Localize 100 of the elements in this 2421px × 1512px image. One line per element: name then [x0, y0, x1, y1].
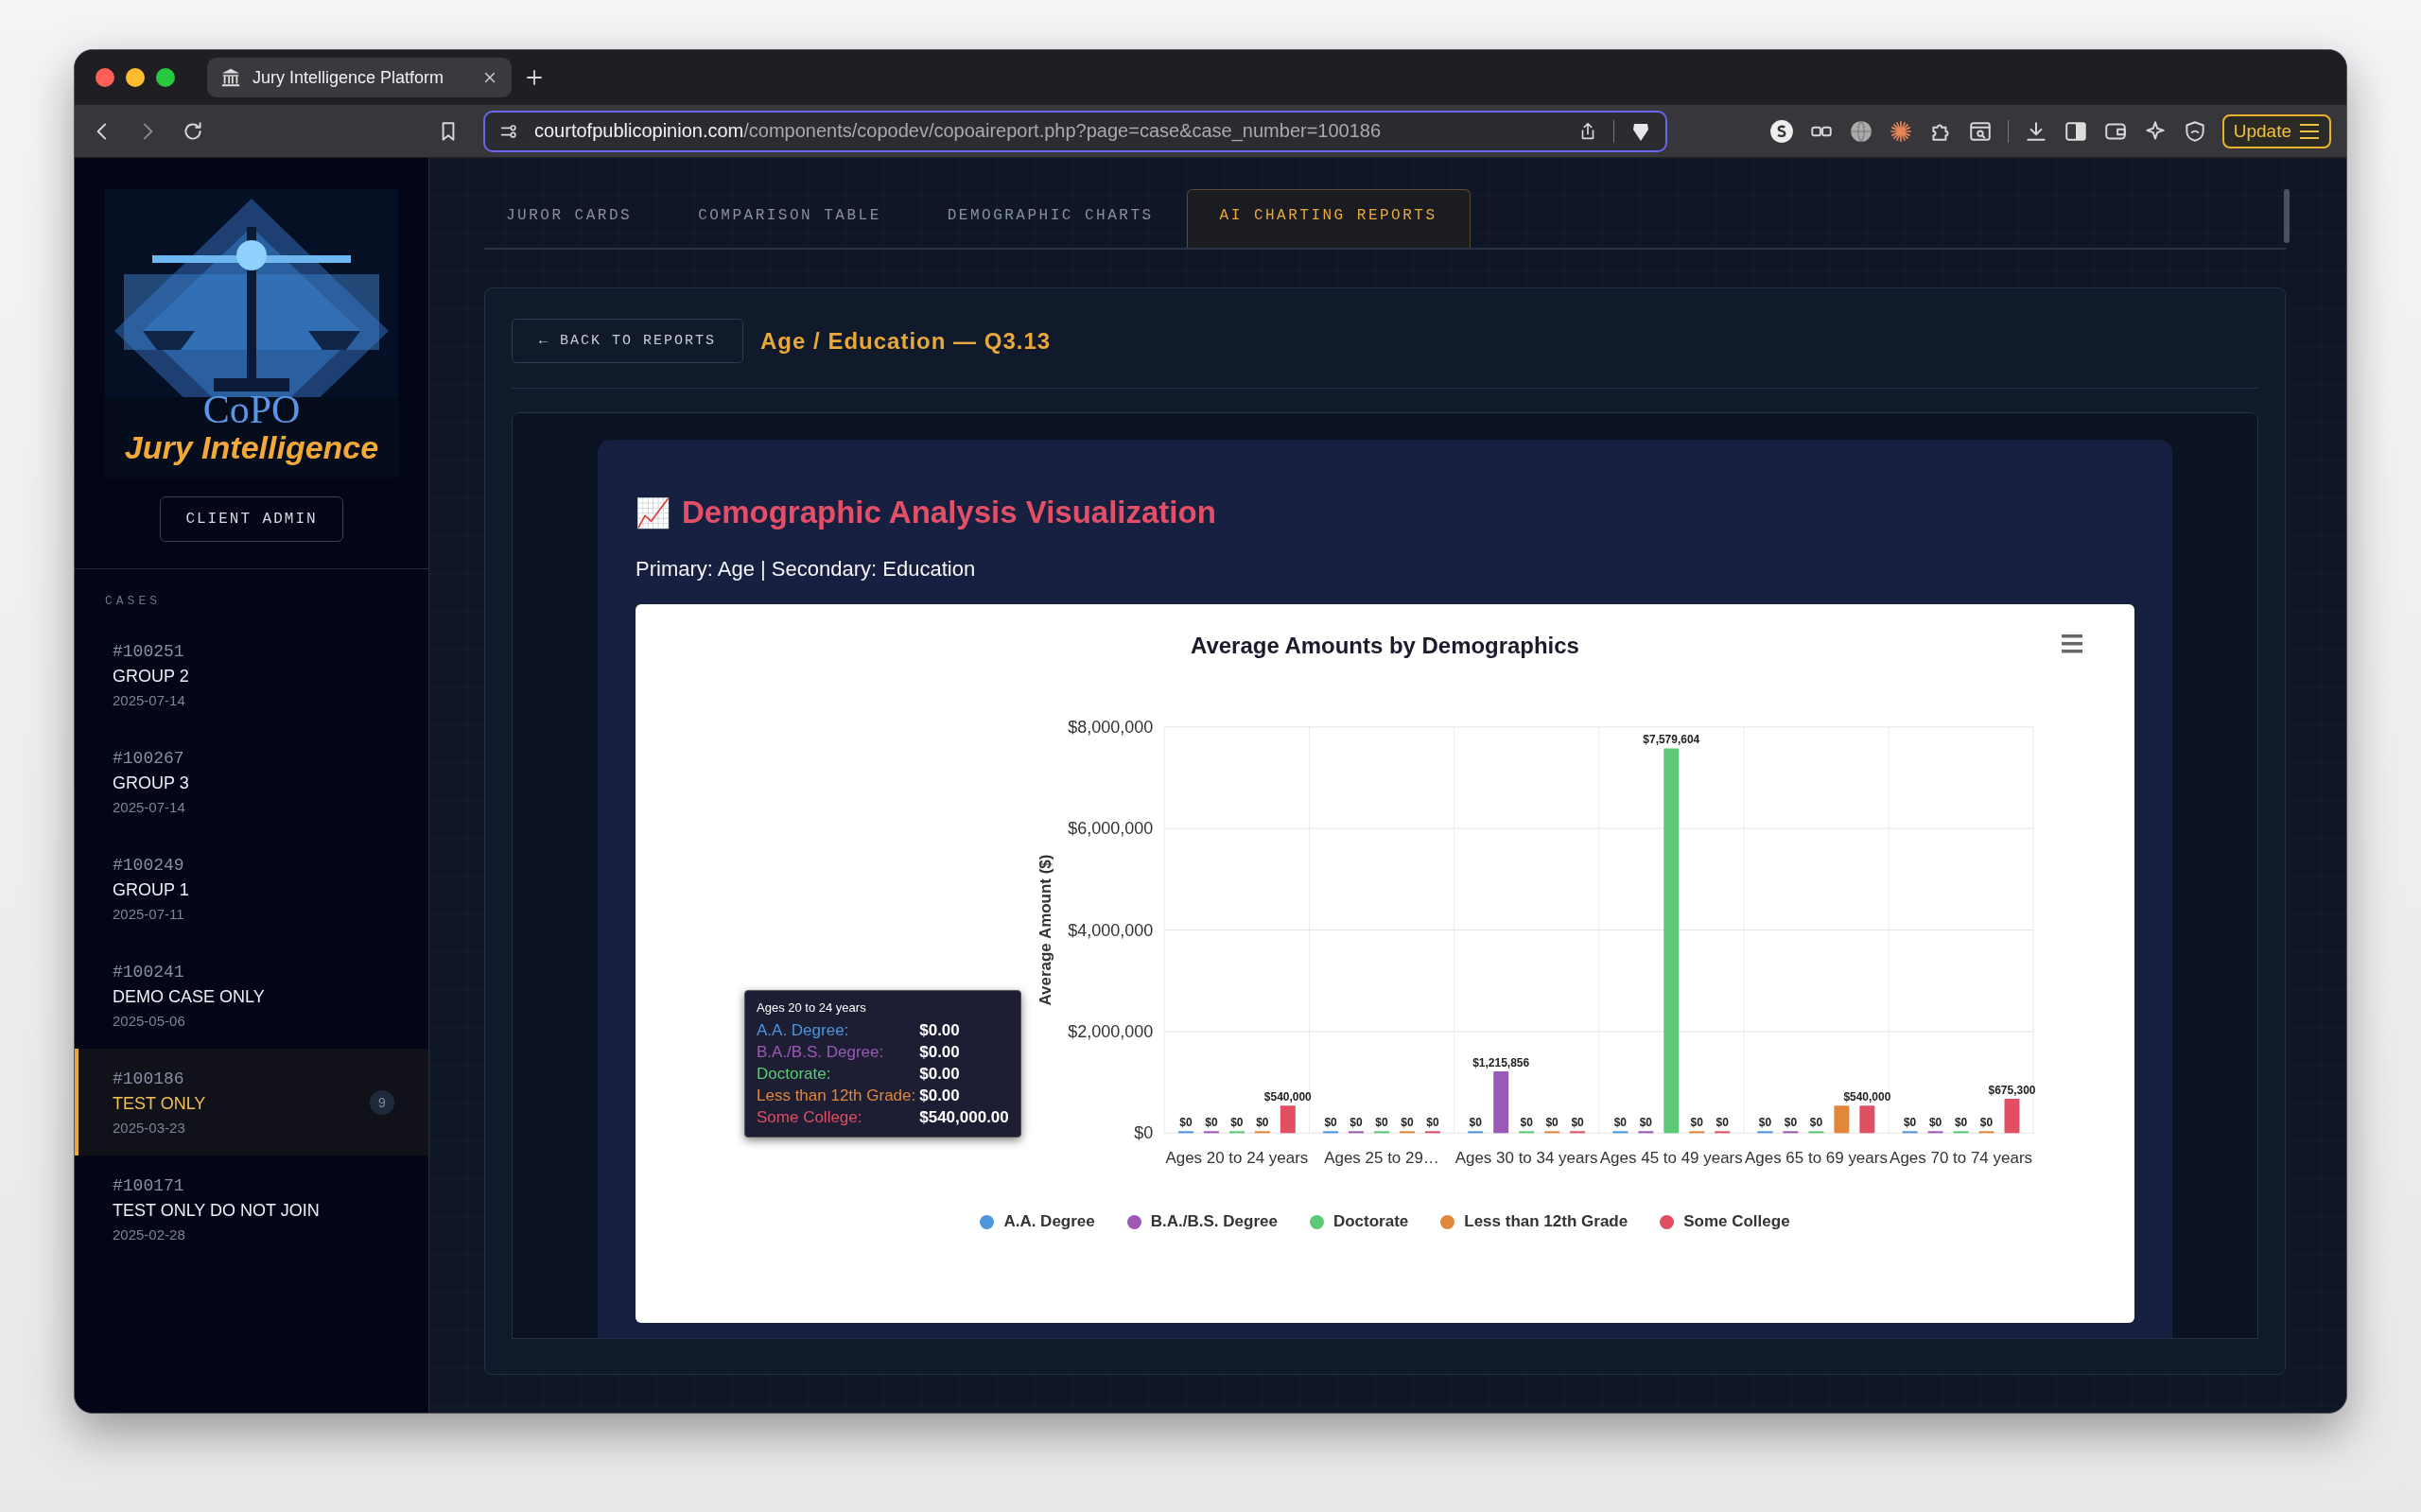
value-label: $0	[1809, 1116, 1823, 1130]
bar	[1978, 1131, 1994, 1134]
back-button[interactable]: ← BACK TO REPORTS	[512, 319, 744, 363]
tooltip-value: $0.00	[919, 1021, 961, 1040]
menu-icon[interactable]	[2062, 634, 2083, 653]
minimize-window-button[interactable]	[126, 68, 145, 87]
value-label: $0	[1639, 1116, 1652, 1130]
y-tick-label: $2,000,000	[1068, 1021, 1154, 1041]
bar	[1715, 1131, 1731, 1134]
case-item[interactable]: #100251 GROUP 2 2025-07-14	[75, 621, 428, 728]
value-label: $0	[1716, 1116, 1729, 1130]
legend-label[interactable]: Doctorate	[1332, 1212, 1409, 1232]
tab[interactable]: DEMOGRAPHIC CHARTS	[914, 189, 1187, 248]
tooltip-value: $0.00	[919, 1086, 961, 1105]
maximize-window-button[interactable]	[156, 68, 175, 87]
tab[interactable]: AI CHARTING REPORTS	[1186, 189, 1471, 248]
case-date: 2025-05-06	[113, 1012, 186, 1029]
case-item[interactable]: #100249 GROUP 1 2025-07-11	[75, 835, 428, 942]
case-item[interactable]: #100171 TEST ONLY DO NOT JOIN 2025-02-28	[75, 1156, 428, 1262]
value-label: $0	[1469, 1116, 1482, 1130]
value-label: $0	[1426, 1116, 1439, 1130]
bar	[1612, 1131, 1629, 1134]
count-badge: 9	[370, 1089, 394, 1115]
case-name: GROUP 3	[113, 773, 190, 793]
close-window-button[interactable]	[96, 68, 114, 87]
starburst-icon[interactable]	[1888, 118, 1913, 144]
bar	[1228, 1131, 1245, 1134]
case-number: #100249	[113, 855, 185, 875]
legend-label[interactable]: B.A./B.S. Degree	[1150, 1212, 1278, 1232]
browser-tab[interactable]: Jury Intelligence Platform	[207, 58, 512, 97]
bar	[1757, 1131, 1773, 1134]
globe-icon[interactable]	[1848, 118, 1873, 144]
chart-title: Average Amounts by Demographics	[1191, 632, 1579, 658]
tab[interactable]: JUROR CARDS	[484, 189, 666, 248]
case-item[interactable]: #100241 DEMO CASE ONLY 2025-05-06	[75, 942, 428, 1049]
category-label: Ages 30 to 34 years	[1454, 1149, 1598, 1168]
bar	[1902, 1131, 1918, 1134]
bar	[1544, 1131, 1560, 1134]
bar	[1953, 1131, 1969, 1134]
value-label: $0	[1954, 1116, 1968, 1130]
value-label: $0	[1179, 1116, 1193, 1130]
bar	[1808, 1131, 1824, 1134]
case-date: 2025-07-14	[113, 798, 186, 815]
value-label: $0	[1928, 1116, 1942, 1130]
value-label: $0	[1784, 1116, 1798, 1130]
bar	[1689, 1131, 1705, 1134]
logo-title: CoPO	[202, 389, 301, 429]
value-label: $0	[1690, 1116, 1703, 1130]
tooltip-label: Doctorate:	[757, 1065, 832, 1084]
bar	[1374, 1131, 1389, 1134]
tooltip-label: B.A./B.S. Degree:	[757, 1043, 885, 1062]
legend-label[interactable]: Less than 12th Grade	[1464, 1212, 1629, 1232]
logo-subtitle: Jury Intelligence	[124, 428, 379, 466]
bar	[1203, 1131, 1219, 1134]
scrollbar-thumb[interactable]	[2284, 189, 2290, 243]
case-number: #100171	[113, 1175, 185, 1195]
bar	[1254, 1131, 1270, 1134]
case-date: 2025-03-23	[113, 1119, 186, 1136]
s-circle-icon[interactable]	[1768, 118, 1794, 144]
tooltip-label: Some College:	[757, 1108, 863, 1127]
bar	[1927, 1131, 1943, 1134]
address-bar[interactable]: courtofpublicopinion.com/components/copodev/copoaireport.php?page=case&case_number=100186	[483, 110, 1667, 152]
case-number: #100241	[113, 962, 185, 982]
update-button[interactable]: Update	[2221, 113, 2331, 148]
legend-label[interactable]: Some College	[1683, 1212, 1790, 1232]
value-label: $0	[1324, 1116, 1337, 1130]
value-label: $0	[1613, 1116, 1627, 1130]
value-label: $0	[1205, 1116, 1218, 1130]
case-item[interactable]: #100186 TEST ONLY 2025-03-23 9	[75, 1049, 428, 1156]
bar	[1859, 1105, 1875, 1134]
value-label: $540,000	[1263, 1090, 1312, 1104]
value-label: $0	[1903, 1116, 1917, 1130]
value-label: $0	[1520, 1116, 1533, 1130]
value-label: $0	[1401, 1116, 1414, 1130]
y-tick-label: $4,000,000	[1068, 920, 1154, 940]
case-date: 2025-07-14	[113, 691, 186, 708]
bar	[1834, 1105, 1850, 1134]
bar	[1400, 1131, 1415, 1134]
legend-label[interactable]: A.A. Degree	[1003, 1212, 1095, 1232]
case-date: 2025-02-28	[113, 1225, 186, 1243]
case-name: TEST ONLY DO NOT JOIN	[113, 1200, 321, 1221]
category-label: Ages 20 to 24 years	[1165, 1149, 1309, 1168]
value-label: $7,579,604	[1643, 733, 1700, 747]
value-label: $0	[1758, 1116, 1772, 1130]
tooltip-value: $540,000.00	[919, 1108, 1009, 1127]
value-label: $0	[1545, 1116, 1559, 1130]
case-date: 2025-07-11	[113, 905, 185, 922]
bar	[1280, 1105, 1296, 1134]
report-title: Age / Education — Q3.13	[760, 327, 1052, 355]
value-label: $0	[1979, 1116, 1994, 1130]
value-label: $0	[1230, 1116, 1244, 1130]
case-name: GROUP 2	[113, 666, 190, 686]
value-label: $675,300	[1988, 1084, 2036, 1098]
case-name: GROUP 1	[113, 879, 190, 900]
bar	[1570, 1131, 1586, 1134]
tab[interactable]: COMPARISON TABLE	[665, 189, 914, 248]
chart-emoji-icon: 📈	[636, 495, 671, 530]
case-item[interactable]: #100267 GROUP 3 2025-07-14	[75, 728, 428, 835]
role-button[interactable]: CLIENT ADMIN	[160, 496, 343, 542]
bar	[1519, 1131, 1535, 1134]
